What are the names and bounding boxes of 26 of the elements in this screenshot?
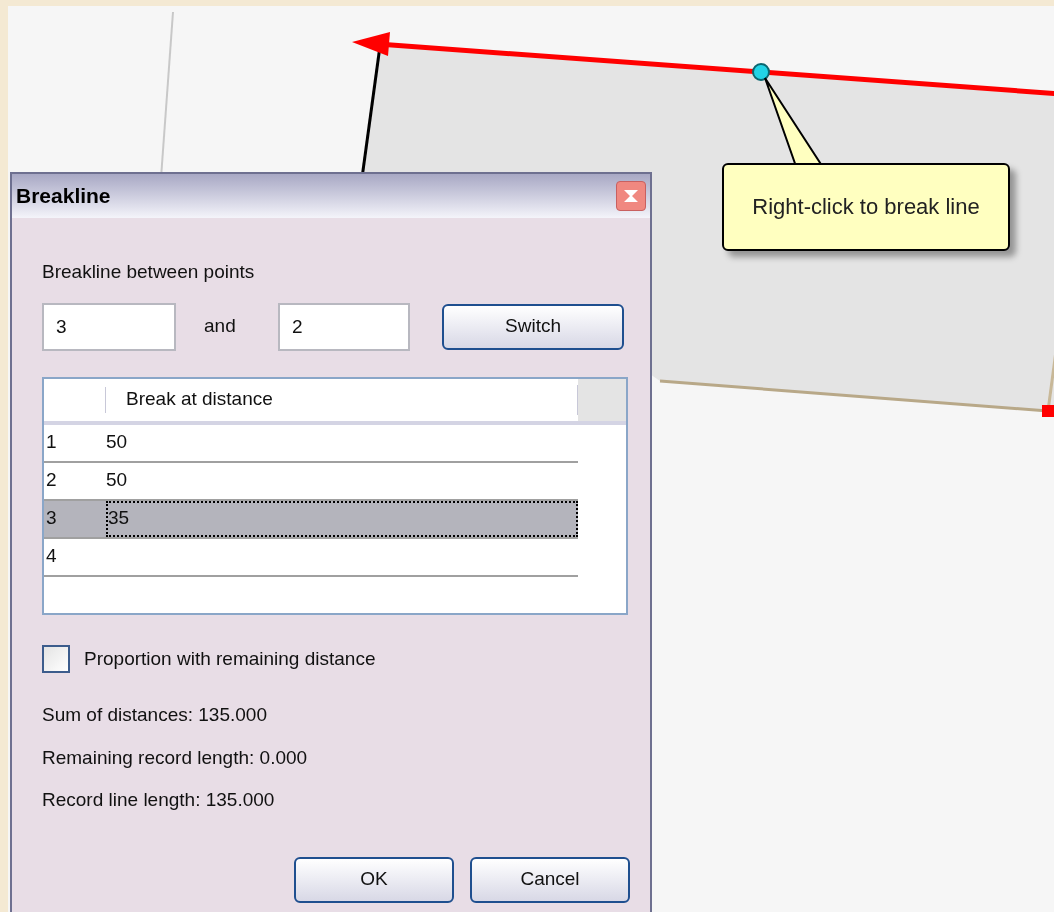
summary-text: Remaining record length: 0.000 [42,745,309,770]
from-point-field[interactable]: 3 [42,302,176,351]
dialog-button[interactable]: Cancel [470,856,630,903]
switch-button[interactable]: Switch [442,303,624,350]
proportion-checkbox[interactable] [42,644,70,673]
dialog-button[interactable]: OK [294,856,454,903]
close-icon [623,189,639,203]
summary-text: Record line length: 135.000 [42,788,276,812]
row-number: 3 [45,506,58,531]
table-cell-text: 50 [106,468,129,493]
window-title: Breakline [16,183,111,210]
row-number: 2 [45,468,58,493]
end-vertex [1042,405,1054,417]
to-point-field[interactable]: 2 [278,302,410,351]
table-row[interactable]: 3 35 [44,500,578,539]
row-number: 4 [45,544,58,569]
points-label: Breakline between points [42,260,256,284]
summary-text: Sum of distances: 135.000 [42,703,268,727]
table-cell-text: 50 [106,430,129,455]
and-label: and [204,314,237,339]
close-button[interactable] [616,181,646,211]
header-filler [578,378,626,421]
row-number: 1 [45,430,58,455]
table-cell: 35 [106,500,578,537]
proportion-label: Proportion with remaining distance [84,646,376,671]
vertex-point [752,63,770,81]
